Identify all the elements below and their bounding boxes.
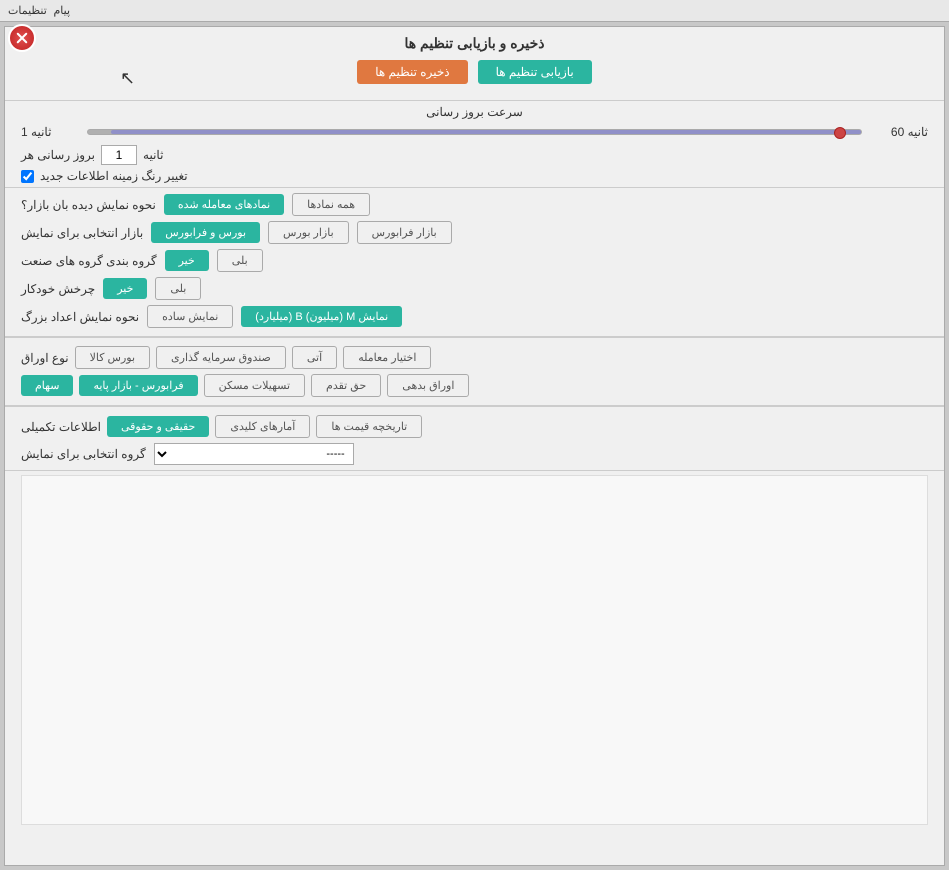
window-header: ذخیره و بازیابی تنظیم ها بازیابی تنظیم ه… [5,27,944,96]
group-select-label: گروه انتخابی برای نمایش [21,447,146,461]
tab-price-history[interactable]: تاریخچه قیمت ها [316,415,422,438]
display-mode-row: همه نمادها نمادهای معامله شده نحوه نمایش… [21,193,928,216]
sec-stock-btn[interactable]: سهام [21,375,73,396]
slider-right-label: ثانیه 60 [868,125,928,139]
slider-left-label: ثانیه 1 [21,125,81,139]
slider-row: ثانیه 60 ثانیه 1 [21,125,928,139]
number-display-full-btn[interactable]: نمایش M (میلیون) B (میلیارد) [241,306,402,327]
update-value-input[interactable] [101,145,137,165]
auto-scroll-label: چرخش خودکار [21,282,95,296]
number-display-row: نمایش M (میلیون) B (میلیارد) نمایش ساده … [21,305,928,328]
group-select-dropdown[interactable]: ----- [154,443,354,465]
sec-frabourse-base-btn[interactable]: فرابورس - بازار پایه [79,375,197,396]
industry-yes-btn[interactable]: بلی [217,249,263,272]
divider1 [5,187,944,188]
slider-fill [111,130,861,134]
additional-info-row: تاریخچه قیمت ها آمارهای کلیدی حقیقی و حق… [21,415,928,438]
market-both-btn[interactable]: بورس و فرابورس [151,222,260,243]
sec-housing-btn[interactable]: تسهیلات مسکن [204,374,305,397]
securities-type-label: نوع اوراق [21,351,69,365]
sec-option-btn[interactable]: اختیار معامله [343,346,431,369]
background-color-label: تغییر رنگ زمینه اطلاعات جدید [40,169,188,183]
tab-real-legal[interactable]: حقیقی و حقوقی [107,416,209,437]
sec-fund-btn[interactable]: صندوق سرمایه گذاری [156,346,286,369]
slider-track[interactable] [87,129,862,135]
header-divider [5,100,944,101]
content-area [21,475,928,825]
restore-button[interactable]: بازیابی تنظیم ها [478,60,592,84]
market-frabourse-btn[interactable]: بازار فرابورس [357,221,452,244]
display-all-btn[interactable]: همه نمادها [292,193,370,216]
update-unit: ثانیه [143,148,163,162]
auto-scroll-row: بلی خیر چرخش خودکار [21,277,928,300]
securities-type-row: اختیار معامله آتی صندوق سرمایه گذاری بور… [21,346,928,369]
sec-commodity-btn[interactable]: بورس کالا [75,346,150,369]
topbar-other: پیام [53,4,70,17]
securities-divider [5,336,944,338]
number-display-simple-btn[interactable]: نمایش ساده [147,305,233,328]
securities-type-row2: اوراق بدهی حق تقدم تسهیلات مسکن فرابورس … [21,374,928,397]
sec-ati-btn[interactable]: آتی [292,346,337,369]
market-bourse-btn[interactable]: بازار بورس [268,221,349,244]
display-mode-label: نحوه نمایش دیده بان بازار؟ [21,198,156,212]
header-buttons: بازیابی تنظیم ها ذخیره تنظیم ها [5,60,944,84]
background-color-row: تغییر رنگ زمینه اطلاعات جدید [21,169,928,183]
sec-right-btn[interactable]: حق تقدم [311,374,381,397]
bottom-divider [5,470,944,471]
number-display-label: نحوه نمایش اعداد بزرگ [21,310,139,324]
main-window: ذخیره و بازیابی تنظیم ها بازیابی تنظیم ه… [4,26,945,866]
market-selection-row: بازار فرابورس بازار بورس بورس و فرابورس … [21,221,928,244]
update-prefix: بروز رسانی هر [21,148,95,162]
additional-divider [5,405,944,407]
group-select-row: ----- گروه انتخابی برای نمایش [21,443,928,465]
display-traded-btn[interactable]: نمادهای معامله شده [164,194,284,215]
tab-key-stats[interactable]: آمارهای کلیدی [215,415,310,438]
autoscroll-no-btn[interactable]: خیر [103,278,147,299]
autoscroll-yes-btn[interactable]: بلی [155,277,201,300]
top-bar: پیام تنظیمات [0,0,949,22]
market-selection-label: بازار انتخابی برای نمایش [21,226,143,240]
window-title: ذخیره و بازیابی تنظیم ها [5,35,944,52]
close-button[interactable] [8,24,36,52]
industry-group-label: گروه بندی گروه های صنعت [21,254,157,268]
save-button[interactable]: ذخیره تنظیم ها [357,60,467,84]
industry-no-btn[interactable]: خیر [165,250,209,271]
speed-title: سرعت بروز رسانی [426,105,523,119]
slider-thumb[interactable] [834,127,846,139]
sec-debt-btn[interactable]: اوراق بدهی [387,374,469,397]
additional-info-label: اطلاعات تکمیلی [21,420,101,434]
background-color-checkbox[interactable] [21,170,34,183]
update-interval-row: ثانیه بروز رسانی هر [21,145,928,165]
industry-group-row: بلی خیر گروه بندی گروه های صنعت [21,249,928,272]
topbar-settings: تنظیمات [8,4,47,17]
